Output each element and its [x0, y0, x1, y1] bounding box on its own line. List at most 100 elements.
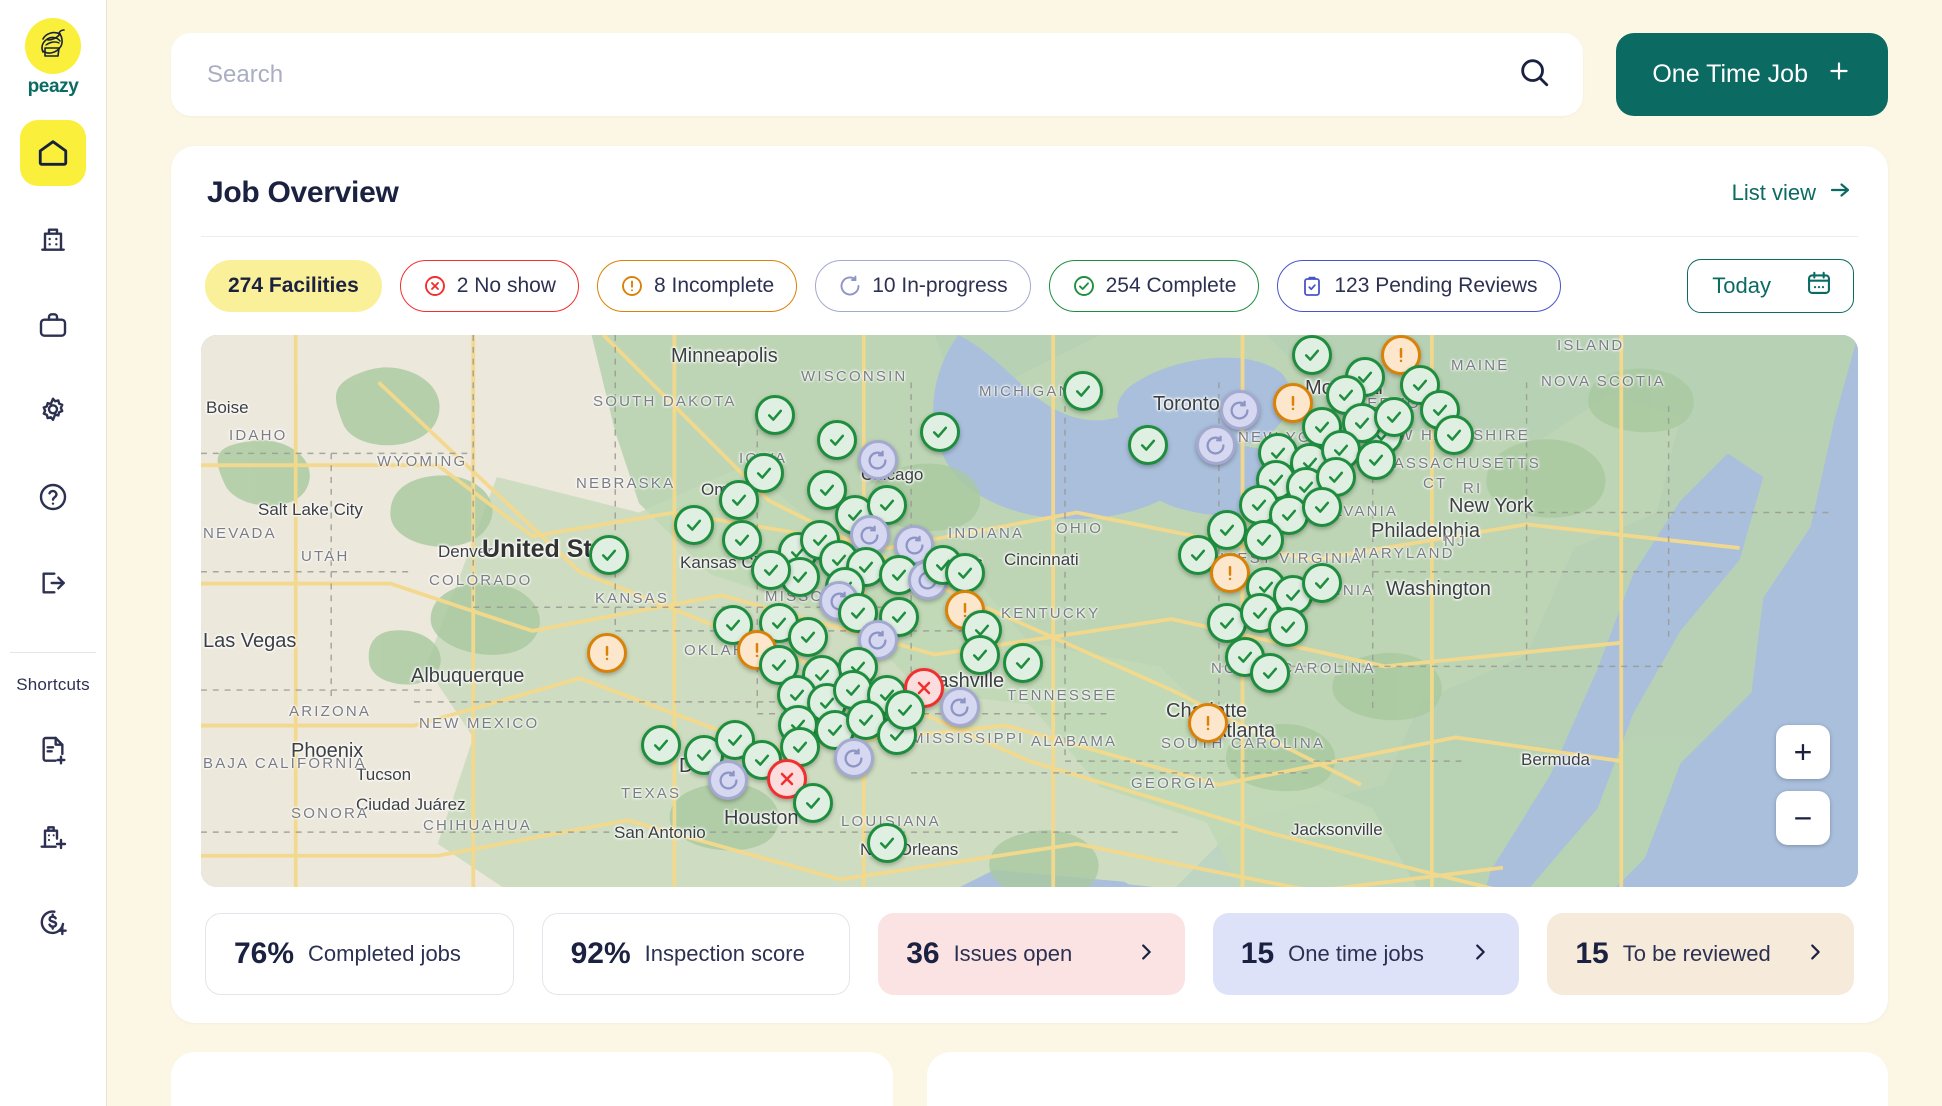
- sidebar-item-help[interactable]: [20, 464, 86, 530]
- stat-card[interactable]: 15 To be reviewed: [1547, 913, 1854, 995]
- sidebar-item-jobs[interactable]: [20, 292, 86, 358]
- stat-card[interactable]: 15 One time jobs: [1212, 913, 1520, 995]
- map-marker-complete[interactable]: [1292, 335, 1333, 375]
- map-marker-complete[interactable]: [1301, 487, 1342, 527]
- sidebar-item-home[interactable]: [20, 120, 86, 186]
- map-marker-complete[interactable]: [1434, 415, 1475, 455]
- stat-card[interactable]: 36 Issues open: [878, 913, 1185, 995]
- building-icon: [37, 223, 69, 255]
- map-marker-complete[interactable]: [920, 412, 961, 452]
- one-time-job-button[interactable]: One Time Job: [1616, 33, 1888, 116]
- search-bar[interactable]: [171, 33, 1584, 116]
- plus-icon: [1826, 58, 1852, 91]
- map-state-label: KANSAS: [595, 590, 670, 607]
- sidebar-item-logout[interactable]: [20, 550, 86, 616]
- map-overlay-layer: MinneapolisMontrealTorontoBoiseOmahaChic…: [201, 335, 1858, 887]
- map-state-label: CT: [1423, 475, 1448, 492]
- map-marker-incomplete[interactable]: [1187, 703, 1228, 743]
- map-marker-complete[interactable]: [1301, 563, 1342, 603]
- map-marker-complete[interactable]: [589, 535, 630, 575]
- search-input[interactable]: [207, 60, 1518, 89]
- sidebar-divider: [10, 652, 96, 653]
- map-marker-complete[interactable]: [1355, 440, 1396, 480]
- map-state-label: OHIO: [1056, 520, 1104, 537]
- chip-in-progress[interactable]: 10 In-progress: [815, 260, 1031, 312]
- map-city-label: Salt Lake City: [258, 500, 363, 519]
- bottom-card-right[interactable]: [927, 1052, 1888, 1106]
- map-marker-complete[interactable]: [817, 420, 858, 460]
- chip-no-show[interactable]: 2 No show: [399, 260, 579, 312]
- chip-pending-reviews[interactable]: 123 Pending Reviews: [1277, 260, 1561, 312]
- chip-incomplete[interactable]: 8 Incomplete: [596, 260, 798, 312]
- bottom-peek-cards: [171, 1052, 1888, 1106]
- map-marker-complete[interactable]: [1249, 653, 1290, 693]
- map-marker-in-progress[interactable]: [1195, 425, 1236, 465]
- chip-no-show-label: 2 No show: [456, 274, 556, 297]
- pea-pod-icon: [25, 18, 81, 74]
- stat-card[interactable]: 92% Inspection score: [541, 913, 851, 995]
- map-state-label: TENNESSEE: [1007, 687, 1118, 704]
- map-marker-complete[interactable]: [960, 635, 1001, 675]
- home-icon: [36, 136, 70, 170]
- shortcuts-label: Shortcuts: [16, 675, 90, 694]
- map-marker-in-progress[interactable]: [708, 760, 748, 800]
- map-marker-complete[interactable]: [755, 395, 796, 435]
- map-marker-complete[interactable]: [1243, 520, 1284, 560]
- map-marker-in-progress[interactable]: [833, 738, 874, 778]
- stat-value: 36: [906, 937, 940, 970]
- search-icon[interactable]: [1517, 55, 1551, 94]
- map-state-label: GEORGIA: [1131, 775, 1217, 792]
- map-marker-complete[interactable]: [1128, 425, 1169, 465]
- map-state-label: NOVA SCOTIA: [1541, 373, 1666, 390]
- arrow-right-icon: [1828, 178, 1852, 208]
- stat-label: Completed jobs: [308, 941, 461, 966]
- briefcase-icon: [37, 309, 69, 341]
- map-city-label: San Antonio: [614, 823, 706, 842]
- chip-complete-label: 254 Complete: [1105, 274, 1237, 297]
- map-marker-complete[interactable]: [1002, 643, 1043, 683]
- list-view-link[interactable]: List view: [1732, 178, 1852, 208]
- app-root: peazy Shortcuts Search One Time Job Job …: [0, 0, 1942, 1106]
- map-marker-complete[interactable]: [674, 505, 715, 545]
- zoom-in-button[interactable]: +: [1776, 725, 1830, 779]
- chevron-right-icon: [1804, 941, 1826, 967]
- stat-value: 15: [1575, 937, 1609, 970]
- jobs-map[interactable]: MinneapolisMontrealTorontoBoiseOmahaChic…: [201, 335, 1858, 887]
- map-marker-complete[interactable]: [718, 480, 759, 520]
- map-marker-complete[interactable]: [1268, 607, 1309, 647]
- chip-in-progress-label: 10 In-progress: [872, 274, 1008, 297]
- shortcut-new-invoice[interactable]: [20, 891, 86, 957]
- one-time-job-label: One Time Job: [1652, 60, 1808, 88]
- map-marker-complete[interactable]: [884, 690, 925, 730]
- sidebar-item-settings[interactable]: [20, 378, 86, 444]
- map-marker-complete[interactable]: [1063, 371, 1104, 411]
- date-filter-button[interactable]: Today: [1687, 259, 1854, 313]
- sidebar-item-facilities[interactable]: [20, 206, 86, 272]
- summary-stats: 76% Completed jobs 92% Inspection score 36 Is…: [201, 913, 1858, 995]
- top-bar: One Time Job: [171, 33, 1888, 116]
- chip-facilities[interactable]: 274 Facilities: [205, 260, 382, 312]
- stat-card[interactable]: 76% Completed jobs: [205, 913, 514, 995]
- chip-complete[interactable]: 254 Complete: [1048, 260, 1260, 312]
- zoom-out-button[interactable]: −: [1776, 791, 1830, 845]
- spinner-icon: [838, 274, 862, 298]
- map-marker-incomplete[interactable]: [1210, 553, 1251, 593]
- map-marker-complete[interactable]: [641, 725, 682, 765]
- map-marker-in-progress[interactable]: [1219, 390, 1260, 430]
- shortcut-new-facility[interactable]: [20, 805, 86, 871]
- map-marker-complete[interactable]: [944, 553, 985, 593]
- map-state-label: SOUTH CAROLINA: [1161, 735, 1326, 752]
- map-city-label: Cincinnati: [1004, 550, 1079, 569]
- map-city-label: Ciudad Juárez: [356, 795, 466, 814]
- map-marker-in-progress[interactable]: [857, 440, 898, 480]
- bottom-card-left[interactable]: [171, 1052, 893, 1106]
- map-state-label: MARYLAND: [1354, 545, 1455, 562]
- calendar-icon: [1805, 269, 1833, 303]
- map-marker-in-progress[interactable]: [939, 687, 980, 727]
- map-marker-complete[interactable]: [792, 783, 833, 823]
- map-state-label: BAJA CALIFORNIA: [203, 755, 367, 772]
- shortcut-new-document[interactable]: [20, 719, 86, 785]
- map-marker-incomplete[interactable]: [587, 633, 628, 673]
- stat-label: Issues open: [953, 941, 1073, 966]
- brand-logo[interactable]: peazy: [25, 18, 81, 98]
